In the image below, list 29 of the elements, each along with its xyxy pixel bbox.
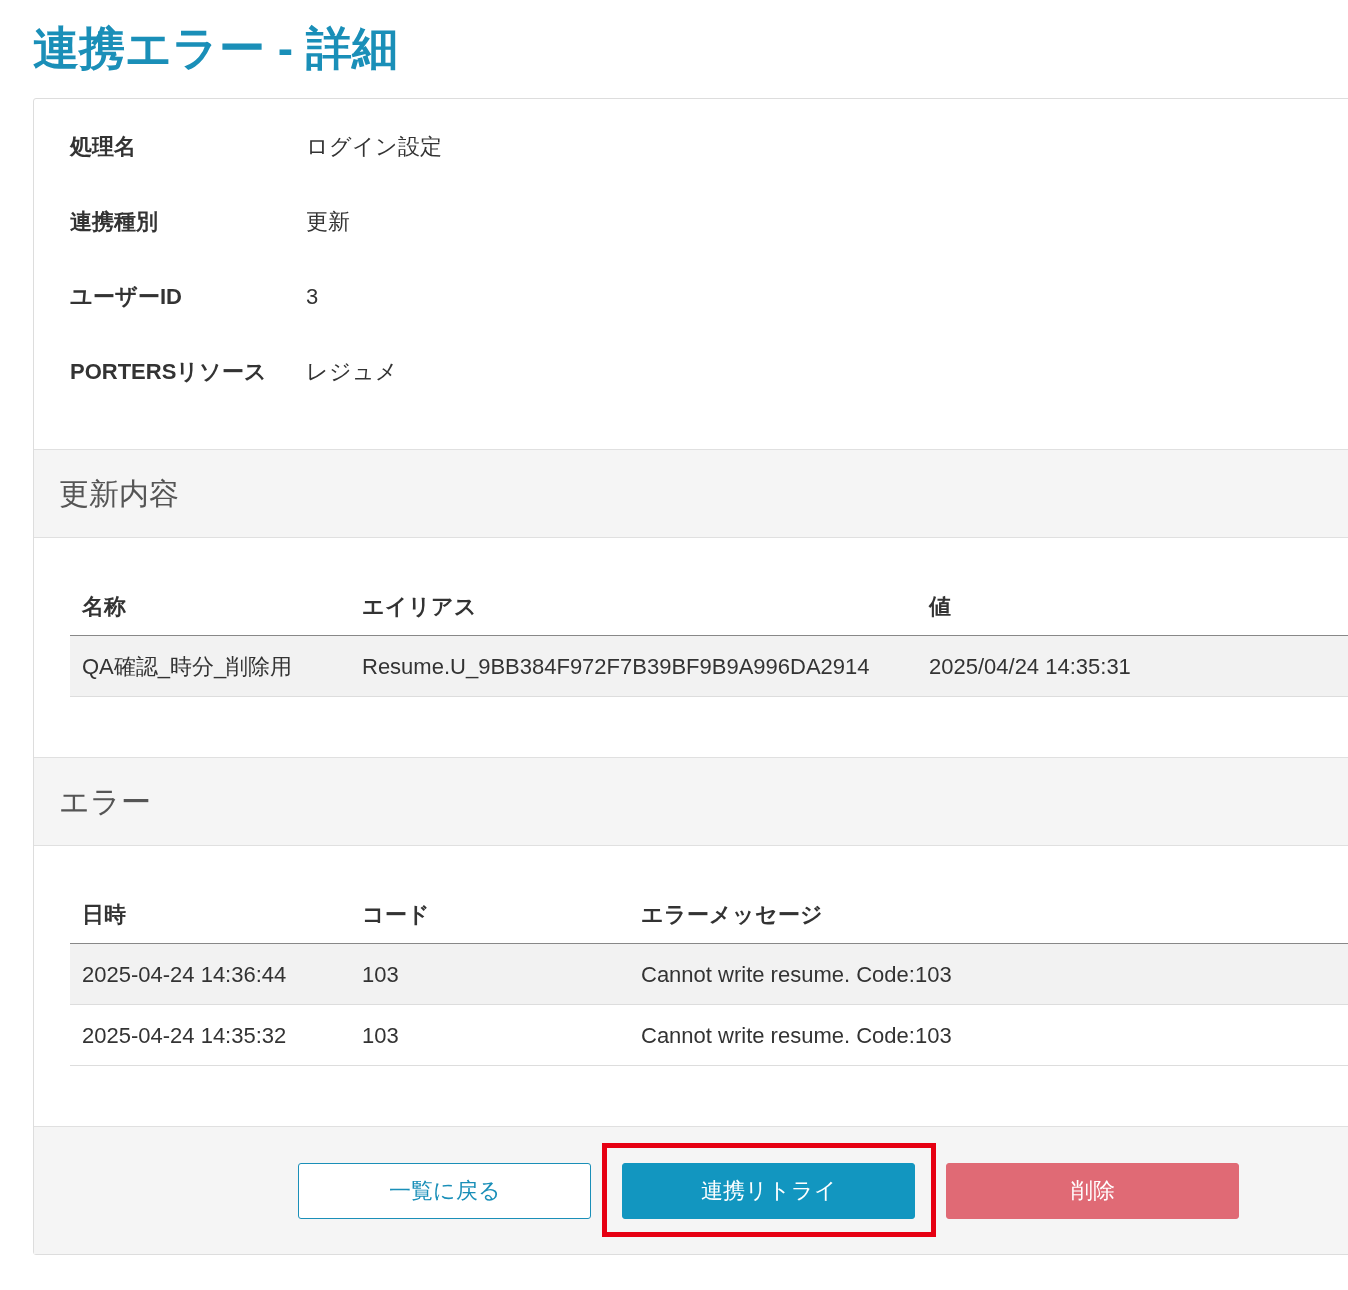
- field-value: ログイン設定: [306, 133, 442, 161]
- table-cell-text: 2025-04-24 14:35:32: [81, 1021, 287, 1050]
- page-title: 連携エラー - 詳細: [33, 21, 398, 76]
- field-value: 3: [306, 283, 319, 311]
- table-cell-text: 2025-04-24 14:36:44: [81, 960, 287, 989]
- table-cell-text: 2025/04/24 14:35:31: [928, 652, 1131, 681]
- table-cell-text: QA確認_時分_削除用: [81, 652, 293, 681]
- field-value: レジュメ: [306, 358, 398, 386]
- column-header: 日時: [81, 901, 126, 929]
- section-title: エラー: [59, 784, 151, 820]
- table-cell-text: 103: [361, 960, 399, 989]
- column-header: エラーメッセージ: [640, 901, 823, 929]
- column-header: コード: [361, 901, 430, 929]
- table-cell-text: Cannot write resume. Code:103: [640, 1021, 952, 1050]
- table-cell-text: Resume.U_9BB384F972F7B39BF9B9A996DA2914: [361, 652, 870, 681]
- action-button[interactable]: 削除: [946, 1162, 1239, 1219]
- column-header: 名称: [81, 593, 126, 621]
- table-cell-text: 103: [361, 1021, 399, 1050]
- field-value: 更新: [306, 208, 350, 236]
- field-label: PORTERSリソース: [70, 358, 269, 386]
- table-cell-text: Cannot write resume. Code:103: [640, 960, 952, 989]
- section-title: 更新内容: [59, 476, 179, 512]
- field-label: ユーザーID: [70, 283, 183, 311]
- field-label: 処理名: [70, 133, 137, 161]
- field-label: 連携種別: [70, 208, 159, 236]
- action-button[interactable]: 一覧に戻る: [298, 1162, 591, 1219]
- column-header: エイリアス: [361, 593, 477, 621]
- column-header: 値: [927, 593, 951, 621]
- action-button[interactable]: 連携リトライ: [622, 1162, 915, 1219]
